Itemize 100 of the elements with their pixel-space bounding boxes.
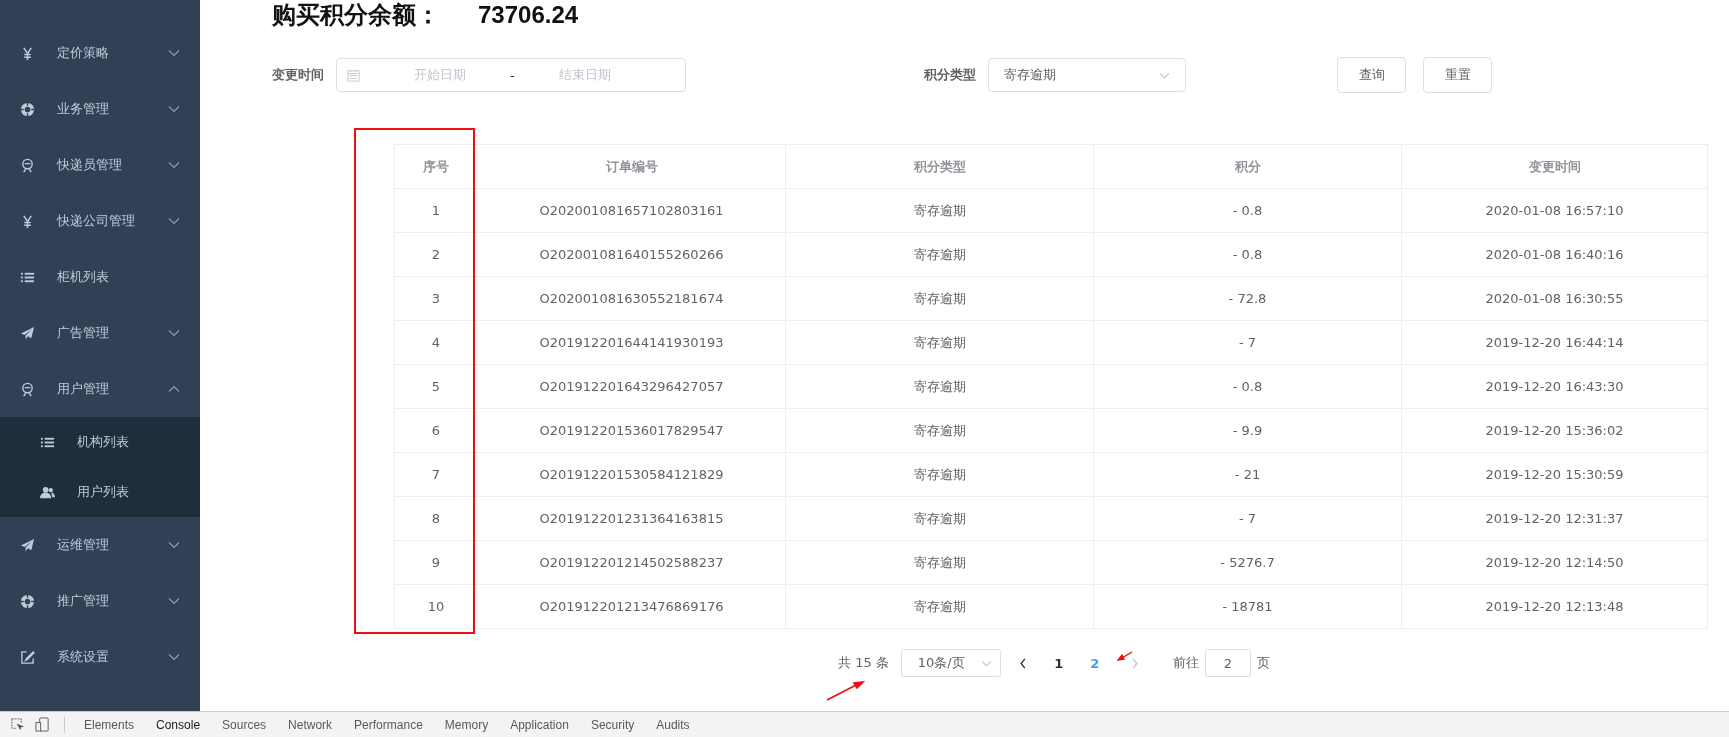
table-cell: 寄存逾期 xyxy=(785,584,1094,629)
filter-label: 变更时间 xyxy=(272,66,324,84)
person-icon xyxy=(20,381,35,397)
menu-item[interactable]: 定价策略 xyxy=(0,25,200,81)
table-cell: 寄存逾期 xyxy=(785,276,1094,321)
table-cell: O201912201643296427057 xyxy=(477,364,786,409)
table-cell: - 7 xyxy=(1093,496,1402,541)
table-cell: 8 xyxy=(394,496,478,541)
table-cell: O201912201644141930193 xyxy=(477,320,786,365)
table-cell: O201912201231364163815 xyxy=(477,496,786,541)
devtools-tab[interactable]: Console xyxy=(145,717,212,732)
chevron-icon xyxy=(1159,71,1170,79)
devtools-tab[interactable]: Sources xyxy=(211,717,278,732)
table-cell: - 18781 xyxy=(1093,584,1402,629)
total-count: 共 15 条 xyxy=(838,654,889,672)
menu-item[interactable]: 快递公司管理 xyxy=(0,193,200,249)
devtools-tab[interactable]: Audits xyxy=(645,717,701,732)
table-cell: 6 xyxy=(394,408,478,453)
table-cell: - 0.8 xyxy=(1093,232,1402,277)
table-cell: 2019-12-20 12:14:50 xyxy=(1401,540,1708,585)
table-cell: 寄存逾期 xyxy=(785,320,1094,365)
filter-button[interactable]: 查询 xyxy=(1337,57,1406,93)
table-cell: 寄存逾期 xyxy=(785,408,1094,453)
table-cell: 寄存逾期 xyxy=(785,452,1094,497)
paper-plane-icon xyxy=(20,537,35,553)
devtools-tab[interactable]: Memory xyxy=(433,717,500,732)
menu-item[interactable]: 系统设置 xyxy=(0,629,200,685)
menu-item[interactable]: 用户管理 xyxy=(0,361,200,417)
page-input[interactable]: 2 xyxy=(1204,649,1251,677)
menu-item[interactable]: 快递员管理 xyxy=(0,137,200,193)
balance-label: 购买积分余额： xyxy=(272,0,440,30)
table-cell: 2020-01-08 16:40:16 xyxy=(1401,232,1708,277)
table-cell: 2019-12-20 15:36:02 xyxy=(1401,408,1708,453)
goto-label: 前往 xyxy=(1172,654,1199,672)
table-cell: 2019-12-20 12:13:48 xyxy=(1401,584,1708,629)
device-icon[interactable] xyxy=(35,717,50,732)
balance-value: 73706.24 xyxy=(478,0,579,30)
column-header: 积分类型 xyxy=(785,144,1094,189)
filter-button[interactable]: 重置 xyxy=(1423,57,1492,93)
table-cell: 9 xyxy=(394,540,478,585)
menu-item[interactable]: 广告管理 xyxy=(0,305,200,361)
inspect-icon[interactable] xyxy=(10,717,25,732)
table-cell: O202001081630552181674 xyxy=(477,276,786,321)
table-cell: 3 xyxy=(394,276,478,321)
users-icon xyxy=(40,484,55,500)
table-cell: O201912201530584121829 xyxy=(477,452,786,497)
table-cell: O201912201213476869176 xyxy=(477,584,786,629)
yen-icon xyxy=(20,45,35,61)
calendar-icon xyxy=(347,68,360,82)
table-cell: - 5276.7 xyxy=(1093,540,1402,585)
table-cell: 2019-12-20 15:30:59 xyxy=(1401,452,1708,497)
table-cell: 1 xyxy=(394,188,478,233)
table-cell: - 9.9 xyxy=(1093,408,1402,453)
table-cell: 2020-01-08 16:30:55 xyxy=(1401,276,1708,321)
person-icon xyxy=(20,157,35,173)
annotation-arrow xyxy=(825,680,865,702)
submenu-item[interactable]: 机构列表 xyxy=(0,417,200,467)
table-cell: 2 xyxy=(394,232,478,277)
table-cell: O202001081657102803161 xyxy=(477,188,786,233)
table-cell: 寄存逾期 xyxy=(785,232,1094,277)
devtools-tab[interactable]: Security xyxy=(579,717,646,732)
edit-icon xyxy=(20,649,35,665)
table-cell: - 0.8 xyxy=(1093,188,1402,233)
table-cell: 2019-12-20 12:31:37 xyxy=(1401,496,1708,541)
previous-page-icon[interactable] xyxy=(1018,657,1027,669)
table-cell: 10 xyxy=(394,584,478,629)
type-select[interactable]: 寄存逾期 xyxy=(988,58,1186,92)
table-cell: 2019-12-20 16:44:14 xyxy=(1401,320,1708,365)
menu-item[interactable]: 运维管理 xyxy=(0,517,200,573)
table-cell: 寄存逾期 xyxy=(785,496,1094,541)
column-header: 订单编号 xyxy=(477,144,786,189)
table-cell: - 72.8 xyxy=(1093,276,1402,321)
lifebuoy-icon xyxy=(20,101,35,117)
table-cell: 2019-12-20 16:43:30 xyxy=(1401,364,1708,409)
annotation-arrow xyxy=(1117,651,1133,661)
submenu-item[interactable]: 用户列表 xyxy=(0,467,200,517)
date-range-field[interactable]: 开始日期 - 结束日期 xyxy=(336,58,686,92)
menu-item[interactable]: 柜机列表 xyxy=(0,249,200,305)
table-cell: O201912201536017829547 xyxy=(477,408,786,453)
table-cell: 5 xyxy=(394,364,478,409)
table-cell: O202001081640155260266 xyxy=(477,232,786,277)
paper-plane-icon xyxy=(20,325,35,341)
table-cell: - 21 xyxy=(1093,452,1402,497)
yen-icon xyxy=(20,213,35,229)
lifebuoy-icon xyxy=(20,593,35,609)
filter-label: 积分类型 xyxy=(924,66,976,84)
devtools-tab[interactable]: Elements xyxy=(73,717,146,732)
column-header: 积分 xyxy=(1093,144,1402,189)
table-cell: O201912201214502588237 xyxy=(477,540,786,585)
column-header: 变更时间 xyxy=(1401,144,1708,189)
page-size-select[interactable]: 10条/页 xyxy=(900,649,1001,677)
table-cell: 寄存逾期 xyxy=(785,188,1094,233)
devtools-tab[interactable]: Application xyxy=(499,717,580,732)
table-cell: 7 xyxy=(394,452,478,497)
menu-item[interactable]: 推广管理 xyxy=(0,573,200,629)
devtools-tab[interactable]: Network xyxy=(277,717,344,732)
table-cell: - 7 xyxy=(1093,320,1402,365)
devtools-tab[interactable]: Performance xyxy=(343,717,434,732)
page-number[interactable]: 1 xyxy=(1040,655,1077,671)
menu-item[interactable]: 业务管理 xyxy=(0,81,200,137)
